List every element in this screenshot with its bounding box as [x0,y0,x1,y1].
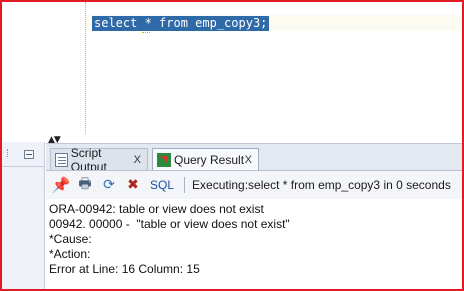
sql-button[interactable]: SQL [150,178,174,192]
refresh-icon[interactable]: ⟳ [100,176,118,194]
editor-gutter [2,2,85,134]
error-message-line: Error at Line: 16 Column: 15 [49,262,200,276]
pin-icon[interactable]: 📌 [52,176,71,194]
query-result-icon [157,152,171,167]
output-toolbar: 📌 🖶 ⟳ ✖ SQL Executing:select * from emp_… [46,170,462,200]
left-side-panel [2,142,45,289]
tab-query-result-label: Query Result [174,152,245,167]
toolbar-separator [184,177,186,193]
panel-divider [2,166,44,167]
minimize-icon[interactable] [24,150,34,159]
error-message-line: ORA-00942: table or view does not exist [49,202,264,216]
error-messages: ORA-00942: table or view does not exist … [46,199,462,289]
selected-sql-statement[interactable]: select * from emp_copy3; [92,16,270,31]
panel-grip-icon [7,149,14,157]
execution-status: Executing:select * from emp_copy3 in 0 s… [192,178,451,192]
close-icon[interactable]: X [134,154,141,166]
tab-query-result[interactable]: Query Result X [152,148,259,170]
error-message-line: *Cause: [49,232,92,246]
sql-editor[interactable]: select * from emp_copy3; [2,2,462,134]
error-message-line: *Action: [49,247,91,261]
error-message-line: 00942. 00000 - "table or view does not e… [49,217,290,231]
export-icon[interactable]: ✖ [124,176,142,194]
script-output-icon [55,152,68,167]
output-tabbar: Script Output X Query Result X [46,144,462,174]
close-icon[interactable]: X [245,154,252,166]
output-panel: Script Output X Query Result X 📌 🖶 ⟳ ✖ S… [46,143,462,289]
warning-squiggle [142,30,150,33]
print-icon[interactable]: 🖶 [76,176,94,194]
tab-script-output[interactable]: Script Output X [50,146,148,174]
